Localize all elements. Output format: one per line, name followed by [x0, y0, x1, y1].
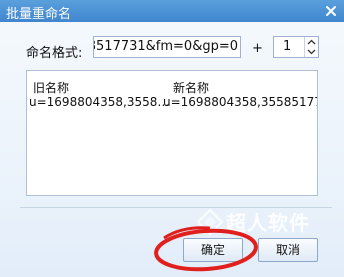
- rename-preview-list[interactable]: 旧名称 新名称 u=1698804358,3558… u=1698804358,…: [26, 70, 318, 196]
- format-input-value: i8517731&fm=0&gp=0: [93, 39, 238, 54]
- stepper-arrows: [304, 37, 318, 57]
- start-number-value: 1: [283, 39, 292, 54]
- column-header-old-name: 旧名称: [33, 81, 70, 95]
- dialog-title: 批量重命名: [6, 7, 72, 22]
- title-bar[interactable]: 批量重命名: [0, 0, 344, 22]
- format-input[interactable]: i8517731&fm=0&gp=0: [93, 36, 241, 58]
- new-name-cell: u=1698804358,35585177…: [163, 95, 318, 109]
- column-header-new-name: 新名称: [173, 81, 210, 95]
- plus-sign: +: [252, 41, 263, 56]
- highlight-circle-annotation: [154, 226, 258, 272]
- chevron-down-icon[interactable]: [305, 47, 318, 57]
- start-number-stepper[interactable]: 1: [273, 36, 319, 58]
- old-name-cell: u=1698804358,3558…: [29, 95, 170, 109]
- batch-rename-dialog: 批量重命名 命名格式: i8517731&fm=0&gp=0 + 1 旧名称 新…: [0, 0, 344, 277]
- cancel-button[interactable]: 取消: [258, 238, 318, 262]
- format-label: 命名格式:: [26, 46, 83, 61]
- close-icon[interactable]: [324, 4, 338, 18]
- chevron-up-icon[interactable]: [305, 37, 318, 47]
